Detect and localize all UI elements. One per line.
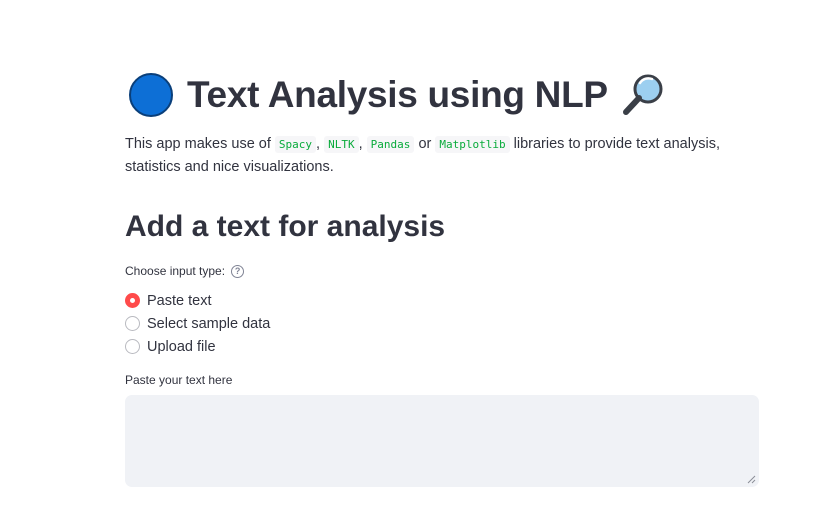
- input-type-label-row: Choose input type: ?: [125, 264, 245, 278]
- text-input-label: Paste your text here: [125, 373, 233, 387]
- radio-option-label: Upload file: [147, 338, 216, 355]
- lib-spacy: Spacy: [274, 136, 317, 153]
- question-circle-icon[interactable]: ?: [231, 264, 245, 278]
- input-type-label: Choose input type:: [125, 264, 226, 278]
- intro-sep: ,: [358, 136, 363, 152]
- lib-nltk: NLTK: [324, 136, 359, 153]
- input-type-radio-group: Paste text Select sample data Upload fil…: [125, 289, 270, 358]
- radio-button-checked[interactable]: [125, 293, 140, 308]
- page-title: Text Analysis using NLP: [187, 74, 608, 115]
- radio-option-label: Select sample data: [147, 315, 271, 332]
- text-input-area[interactable]: [125, 395, 759, 487]
- page-title-row: Text Analysis using NLP: [129, 70, 668, 120]
- radio-option-paste-text[interactable]: Paste text: [125, 289, 270, 312]
- lib-pandas: Pandas: [366, 136, 415, 153]
- intro-paragraph: This app makes use of Spacy, NLTK, Panda…: [125, 133, 750, 179]
- lib-matplotlib: Matplotlib: [435, 136, 510, 153]
- blue-circle-icon: [129, 73, 173, 117]
- magnifying-glass-icon: [622, 74, 663, 115]
- radio-button[interactable]: [125, 339, 140, 354]
- resize-grip-icon[interactable]: [746, 474, 756, 484]
- radio-option-upload-file[interactable]: Upload file: [125, 335, 270, 358]
- radio-option-label: Paste text: [147, 292, 212, 309]
- radio-button[interactable]: [125, 316, 140, 331]
- intro-sep: or: [418, 136, 432, 152]
- section-heading: Add a text for analysis: [125, 210, 446, 243]
- intro-prefix: This app makes use of: [125, 136, 271, 152]
- radio-option-sample-data[interactable]: Select sample data: [125, 312, 270, 335]
- intro-sep: ,: [316, 136, 321, 152]
